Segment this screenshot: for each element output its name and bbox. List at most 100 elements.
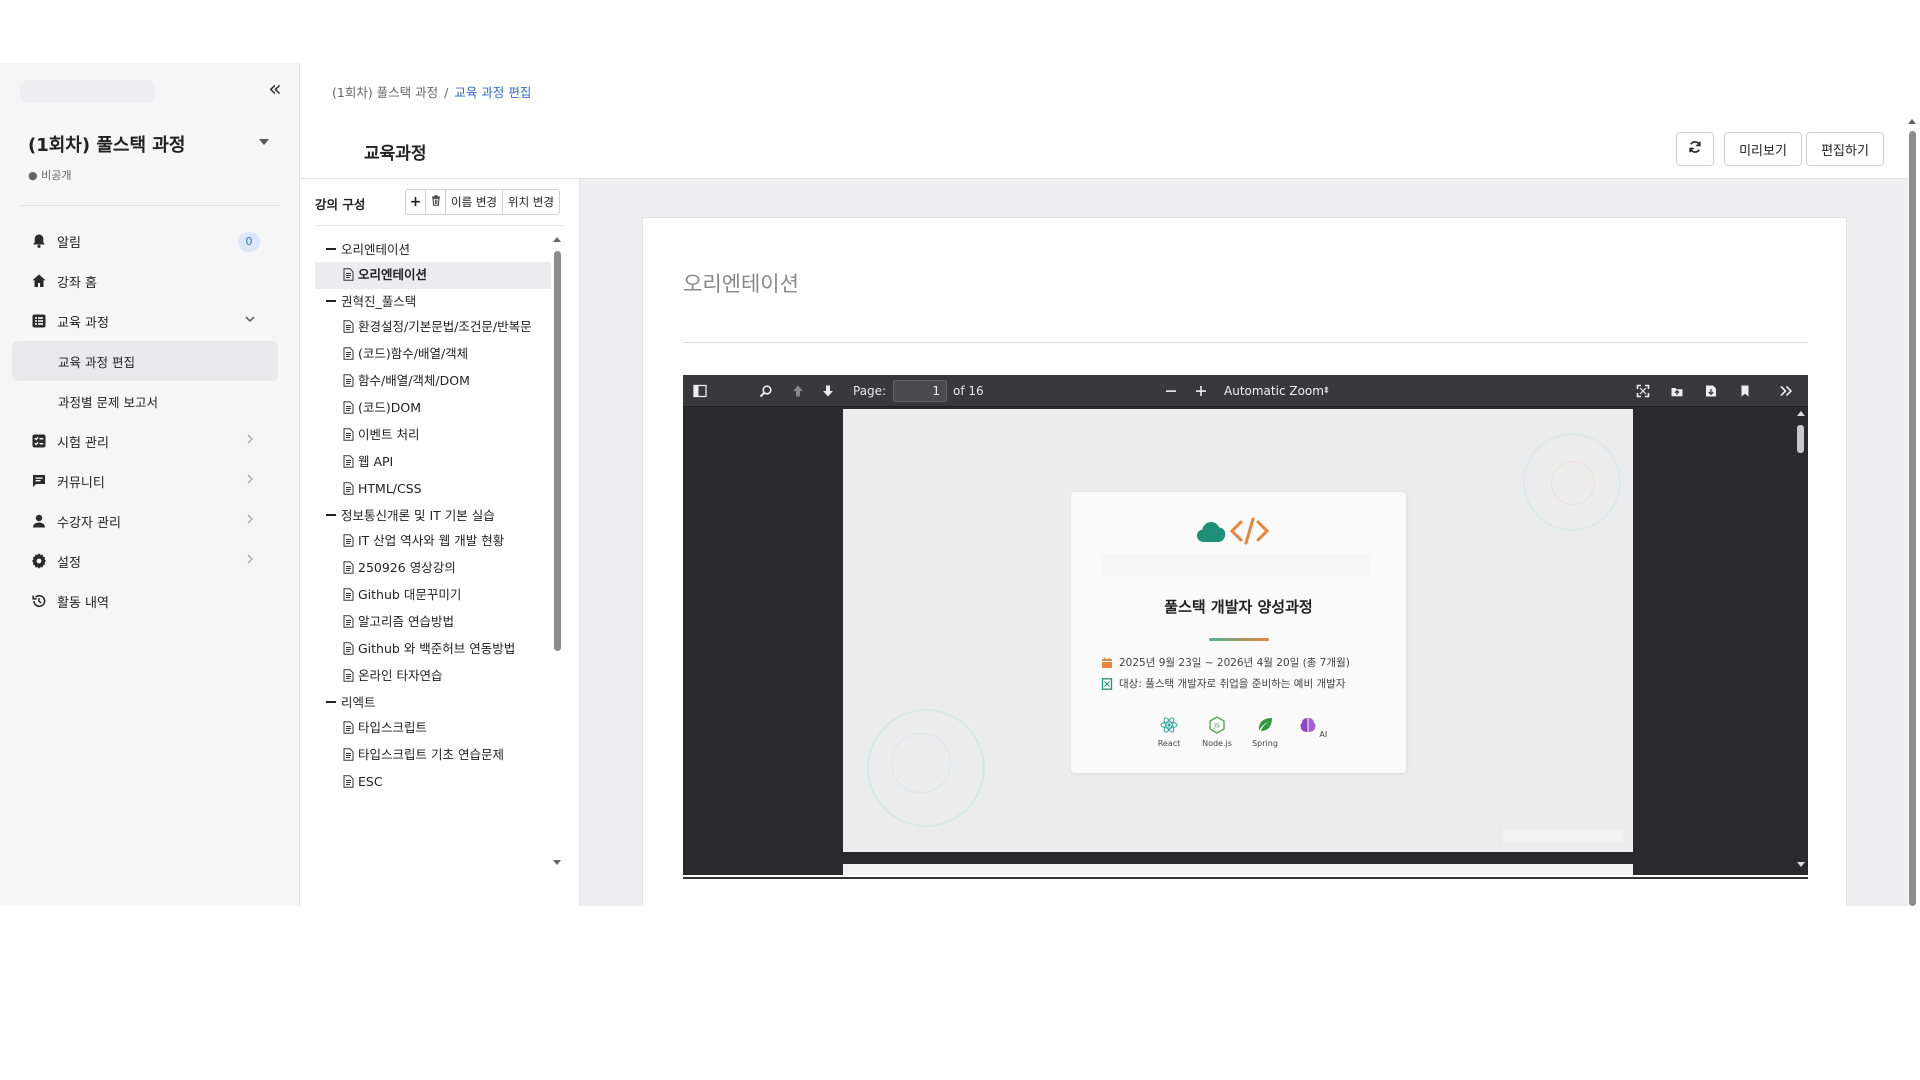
tree-lecture-item[interactable]: 250926 영상강의 [315, 555, 551, 582]
next-page-icon[interactable] [819, 382, 837, 400]
rename-button[interactable]: 이름 변경 [446, 190, 503, 214]
refresh-button[interactable] [1676, 132, 1714, 166]
visibility-status: ● 비공개 [28, 169, 72, 182]
tree-lecture-item[interactable]: 환경설정/기본문법/조건문/반복문 [315, 314, 551, 341]
tree-lecture-item[interactable]: IT 산업 역사와 웹 개발 현황 [315, 528, 551, 555]
breadcrumb-current[interactable]: 교육 과정 편집 [454, 85, 531, 100]
tree-section[interactable]: 권혁진_풀스택 [315, 289, 551, 314]
page-scrollbar[interactable] [1908, 119, 1917, 906]
more-tools-icon[interactable] [1777, 382, 1795, 400]
tree-section[interactable]: 정보통신개론 및 IT 기본 실습 [315, 503, 551, 528]
tree-lecture-item[interactable]: 함수/배열/객체/DOM [315, 368, 551, 395]
sidebar-item-activity-log[interactable]: 활동 내역 [12, 581, 278, 621]
course-dropdown-icon[interactable] [259, 139, 269, 145]
sidebar-item-student-management[interactable]: 수강자 관리 [12, 501, 278, 541]
bookmark-icon[interactable] [1736, 382, 1754, 400]
scroll-up-arrow-icon[interactable] [1908, 119, 1916, 124]
sidebar-toggle-icon[interactable] [691, 382, 709, 400]
scrollbar-thumb[interactable] [554, 251, 561, 651]
course-title[interactable]: (1회차) 풀스택 과정 [28, 131, 185, 157]
tree-lecture-item[interactable]: (코드)DOM [315, 395, 551, 422]
sidebar-item-course-home[interactable]: 강좌 홈 [12, 261, 278, 301]
tree-lecture-item[interactable]: ESC [315, 769, 551, 796]
sidebar-item-curriculum[interactable]: 교육 과정 [12, 301, 278, 341]
add-node-button[interactable]: + [406, 190, 426, 214]
scrollbar-thumb[interactable] [1909, 131, 1916, 906]
spring-leaf-icon [1258, 718, 1272, 731]
scroll-up-arrow-icon[interactable] [553, 237, 561, 242]
sidebar-item-problem-report[interactable]: 과정별 문제 보고서 [12, 381, 278, 421]
user-icon [30, 512, 48, 530]
decorative-circle [1523, 433, 1621, 531]
main-area: (1회차) 풀스택 과정 / 교육 과정 편집 교육과정 미리보기 편집하기 강의 … [300, 63, 1920, 906]
tree-lecture-item[interactable]: Github 와 백준허브 연동방법 [315, 636, 551, 663]
sidebar-item-settings[interactable]: 설정 [12, 541, 278, 581]
gear-icon [30, 552, 48, 570]
delete-node-button[interactable] [426, 190, 446, 214]
tree-lecture-item[interactable]: 온라인 타자연습 [315, 663, 551, 690]
sidebar-item-exam-management[interactable]: 시험 관리 [12, 421, 278, 461]
previous-page-icon[interactable] [789, 382, 807, 400]
document-icon [343, 588, 354, 604]
tree-item-label: Github 대문꾸미기 [358, 587, 462, 602]
tree-item-label: 온라인 타자연습 [358, 668, 443, 683]
tree-lecture-item[interactable]: 이벤트 처리 [315, 422, 551, 449]
document-icon [343, 561, 354, 577]
tree-lecture-item[interactable]: 타입스크립트 기초 연습문제 [315, 742, 551, 769]
collapse-minus-icon[interactable] [326, 701, 336, 703]
zoom-in-icon[interactable] [1192, 382, 1210, 400]
tree-item-label: (코드)함수/배열/객체 [358, 346, 469, 361]
tree-item-label: ESC [358, 774, 383, 789]
sidebar-item-community[interactable]: 커뮤니티 [12, 461, 278, 501]
tree-lecture-item[interactable]: HTML/CSS [315, 476, 551, 503]
document-icon [343, 775, 354, 791]
sidebar-item-curriculum-edit[interactable]: 교육 과정 편집 [12, 341, 278, 381]
document-icon [343, 320, 354, 336]
tree-lecture-item[interactable]: 타입스크립트 [315, 715, 551, 742]
tree-lecture-item[interactable]: 웹 API [315, 449, 551, 476]
collapse-sidebar-icon[interactable]: « [265, 78, 285, 102]
scroll-up-arrow-icon[interactable] [1797, 411, 1805, 416]
zoom-select[interactable]: Automatic Zoom ⬍ [1218, 380, 1336, 402]
slide-subtitle-strip [1101, 554, 1371, 576]
collapse-minus-icon[interactable] [326, 248, 336, 250]
chevron-right-icon [244, 473, 256, 489]
collapse-minus-icon[interactable] [326, 300, 336, 302]
move-button[interactable]: 위치 변경 [503, 190, 559, 214]
tree-lecture-item[interactable]: 알고리즘 연습방법 [315, 609, 551, 636]
tree-section[interactable]: 리엑트 [315, 690, 551, 715]
open-file-icon[interactable] [1668, 382, 1686, 400]
tree-lecture-item[interactable]: Github 대문꾸미기 [315, 582, 551, 609]
pdf-scrollbar[interactable] [1795, 409, 1806, 869]
page-total: of 16 [953, 384, 984, 398]
breadcrumb-parent[interactable]: (1회차) 풀스택 과정 [332, 85, 438, 100]
preview-button[interactable]: 미리보기 [1724, 132, 1802, 166]
tree-divider [315, 225, 565, 226]
sidebar-item-label: 과정별 문제 보고서 [58, 394, 158, 410]
lecture-title: 오리엔테이션 [683, 272, 799, 296]
tree-lecture-item[interactable]: (코드)함수/배열/객체 [315, 341, 551, 368]
scrollbar-thumb[interactable] [1797, 425, 1804, 453]
search-icon[interactable] [757, 382, 775, 400]
page-footer-strip [1503, 829, 1623, 843]
tree-scrollbar[interactable] [551, 237, 563, 865]
tree-item-label: 환경설정/기본문법/조건문/반복문 [358, 319, 532, 334]
collapse-minus-icon[interactable] [326, 514, 336, 516]
pdf-document-area[interactable]: 풀스택 개발자 양성과정 2025년 9월 23일 ~ 2026년 4월 20일… [683, 407, 1808, 875]
zoom-out-icon[interactable] [1162, 382, 1180, 400]
list-icon [30, 312, 48, 330]
edit-button[interactable]: 편집하기 [1806, 132, 1884, 166]
tree-item-label: 웹 API [358, 454, 394, 469]
page-number-input[interactable]: 1 [893, 380, 947, 402]
sidebar-search[interactable] [20, 80, 155, 102]
target-icon [1101, 677, 1113, 690]
fullscreen-icon[interactable] [1634, 382, 1652, 400]
bell-icon [30, 232, 48, 250]
tree-lecture-item[interactable]: 오리엔테이션 [315, 262, 551, 289]
sidebar-item-notifications[interactable]: 알림 0 [12, 221, 278, 261]
download-icon[interactable] [1702, 382, 1720, 400]
scroll-down-arrow-icon[interactable] [1797, 862, 1805, 867]
tree-section[interactable]: 오리엔테이션 [315, 237, 551, 262]
pdf-next-page [843, 864, 1633, 875]
scroll-down-arrow-icon[interactable] [553, 860, 561, 865]
